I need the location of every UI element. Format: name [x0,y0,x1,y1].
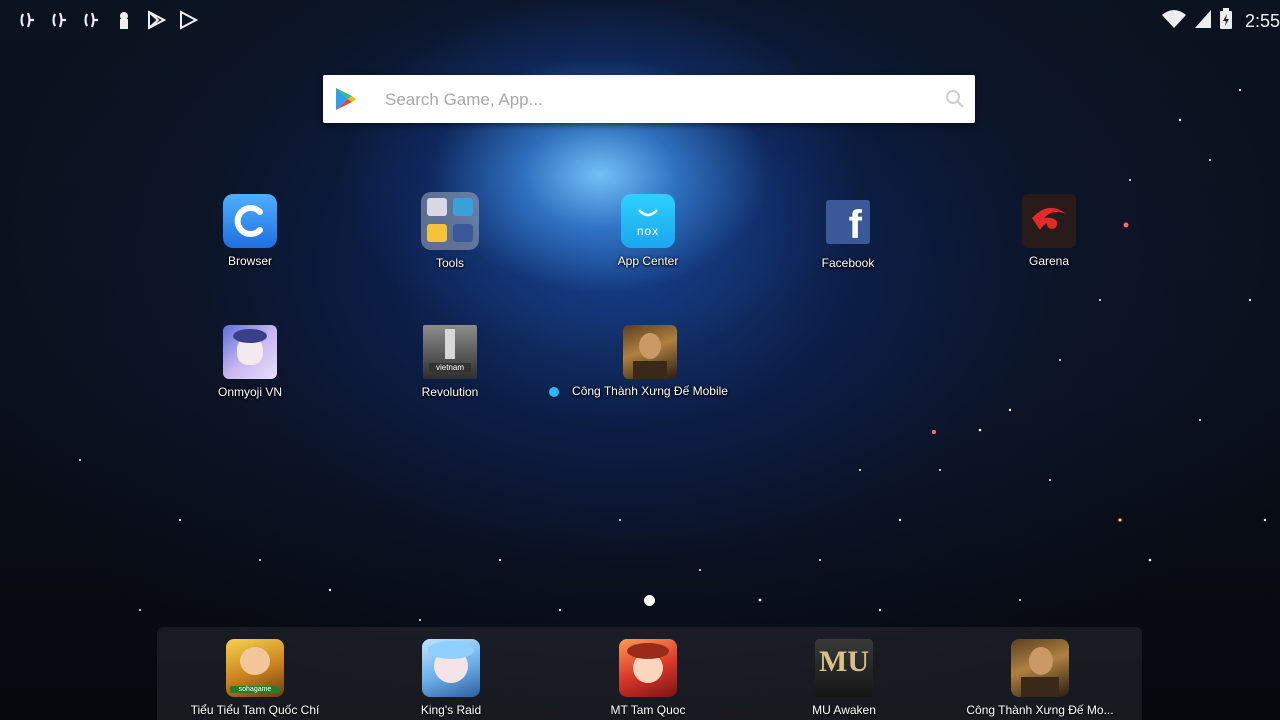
mu-awaken-icon: MU [815,639,873,697]
keyhole-icon[interactable] [114,10,134,30]
app-center-icon: nox [621,194,675,248]
app-label: Facebook [821,256,875,270]
app-label: King's Raid [420,703,482,717]
app-onmyoji-vn[interactable]: Onmyoji VN [170,325,330,399]
app-label: MU Awaken [812,703,876,717]
notification-icon[interactable] [50,10,70,30]
search-input[interactable] [383,83,927,117]
app-center-logo-text: nox [636,224,660,238]
signal-icon [1193,8,1213,35]
facebook-icon: f [826,200,870,244]
app-app-center[interactable]: nox App Center [568,194,728,268]
google-play-icon [335,87,357,111]
app-label: Revolution [421,385,479,399]
page-indicator[interactable] [644,595,655,606]
status-bar: 2:55 [0,0,1280,40]
play-store-icon[interactable] [146,10,167,30]
onmyoji-icon [223,325,277,379]
new-app-indicator [549,387,559,397]
revolution-icon: vietnam [423,325,477,379]
battery-charging-icon [1219,8,1233,35]
app-garena[interactable]: Garena [969,194,1129,268]
notification-icon[interactable] [18,10,38,30]
dock-app-cong-thanh-xung-de[interactable]: Công Thành Xưng Đế Mo... [945,639,1135,717]
dock-app-kings-raid[interactable]: King's Raid [356,639,546,717]
browser-icon [223,194,277,248]
app-label: Onmyoji VN [217,385,282,399]
app-label: Browser [227,254,272,268]
cong-thanh-xung-de-icon [1011,639,1069,697]
dock-app-mt-tam-quoc[interactable]: MT Tam Quoc [553,639,743,717]
search-icon[interactable] [945,89,965,109]
tieu-tieu-tam-quoc-chi-icon: sohagame [226,639,284,697]
dock-app-tieu-tieu-tam-quoc-chi[interactable]: sohagame Tiểu Tiểu Tam Quốc Chí [160,639,350,717]
app-label: Tiểu Tiểu Tam Quốc Chí [190,703,320,717]
garena-icon [1022,194,1076,248]
play-store-icon[interactable] [178,10,199,30]
dock-app-mu-awaken[interactable]: MU MU Awaken [749,639,939,717]
app-revolution[interactable]: vietnam Revolution [370,325,530,399]
clock: 2:55 [1244,11,1280,31]
app-tools-folder[interactable]: Tools [370,192,530,270]
app-label: Garena [1028,254,1070,268]
notification-icons [18,10,199,30]
cong-thanh-xung-de-icon [623,325,677,379]
search-bar[interactable] [323,75,975,123]
mt-tam-quoc-icon [619,639,677,697]
app-browser[interactable]: Browser [170,194,330,268]
system-status: 2:55 [1161,8,1280,35]
notification-icon[interactable] [82,10,102,30]
wifi-icon [1161,8,1187,35]
app-label: MT Tam Quoc [610,703,686,717]
app-cong-thanh-xung-de[interactable]: Công Thành Xưng Đế Mobile [570,325,730,398]
dock: sohagame Tiểu Tiểu Tam Quốc Chí King's R… [157,627,1142,720]
app-label: App Center [617,254,679,268]
app-facebook[interactable]: f Facebook [768,196,928,270]
app-label: Công Thành Xưng Đế Mo... [966,703,1114,717]
app-label: Tools [435,256,464,270]
tools-folder-icon [421,192,479,250]
app-label: Công Thành Xưng Đế Mobile [572,384,728,398]
kings-raid-icon [422,639,480,697]
